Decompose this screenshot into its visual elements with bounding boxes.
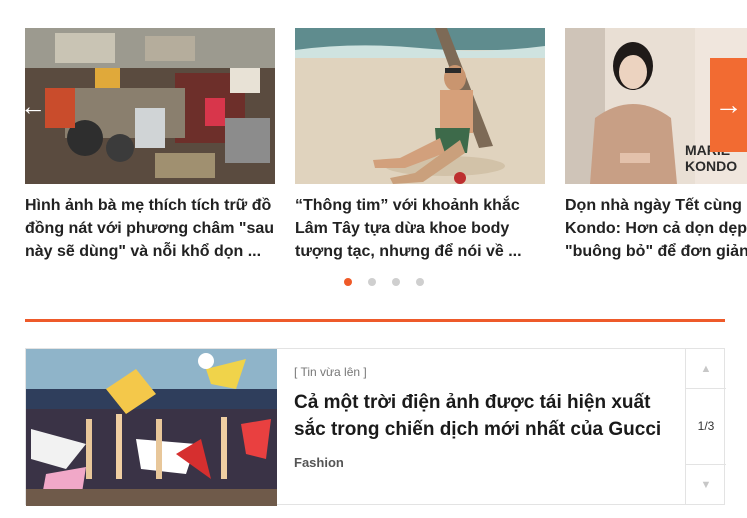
logo-line-2: KONDO: [685, 158, 738, 174]
carousel-dot-4[interactable]: [416, 278, 424, 286]
section-divider: [25, 319, 725, 322]
category-label[interactable]: Fashion: [294, 455, 344, 470]
card-title[interactable]: “Thông tim” với khoảnh khắc Lâm Tây tựa …: [295, 194, 545, 263]
pager-down-button[interactable]: ▼: [686, 464, 726, 504]
carousel-next-button[interactable]: →: [710, 58, 747, 152]
featured-thumbnail-gucci[interactable]: [26, 349, 277, 506]
carousel-dot-3[interactable]: [392, 278, 400, 286]
carousel-dot-2[interactable]: [368, 278, 376, 286]
pager-count: 1/3: [697, 419, 715, 433]
chevron-up-icon: ▲: [700, 362, 712, 375]
featured-title[interactable]: Cả một trời điện ảnh được tái hiện xuất …: [294, 389, 674, 443]
card-thumbnail-cluttered-kitchen[interactable]: [25, 28, 275, 184]
carousel-dot-1[interactable]: [344, 278, 352, 286]
arrow-right-icon: →: [714, 89, 743, 120]
carousel-card-2[interactable]: “Thông tim” với khoảnh khắc Lâm Tây tựa …: [295, 28, 545, 263]
news-carousel: Hình ảnh bà mẹ thích tích trữ đồ đồng ná…: [0, 0, 747, 300]
card-title[interactable]: Hình ảnh bà mẹ thích tích trữ đồ đồng ná…: [25, 194, 275, 263]
carousel-card-1[interactable]: Hình ảnh bà mẹ thích tích trữ đồ đồng ná…: [25, 28, 275, 263]
featured-news-box: [ Tin vừa lên ] Cả một trời điện ảnh đượ…: [25, 348, 726, 506]
featured-pager: ▲ 1/3 ▼: [685, 349, 726, 504]
carousel-prev-button[interactable]: ←: [18, 84, 48, 128]
card-title[interactable]: Dọn nhà ngày Tết cùng Marie Kondo: Hơn c…: [565, 194, 747, 263]
pager-up-button[interactable]: ▲: [686, 349, 726, 389]
carousel-pagination: [344, 278, 424, 286]
card-thumbnail-beach[interactable]: [295, 28, 545, 184]
news-tag: [ Tin vừa lên ]: [294, 365, 367, 379]
chevron-down-icon: ▼: [700, 478, 712, 491]
arrow-left-icon: ←: [20, 90, 46, 121]
